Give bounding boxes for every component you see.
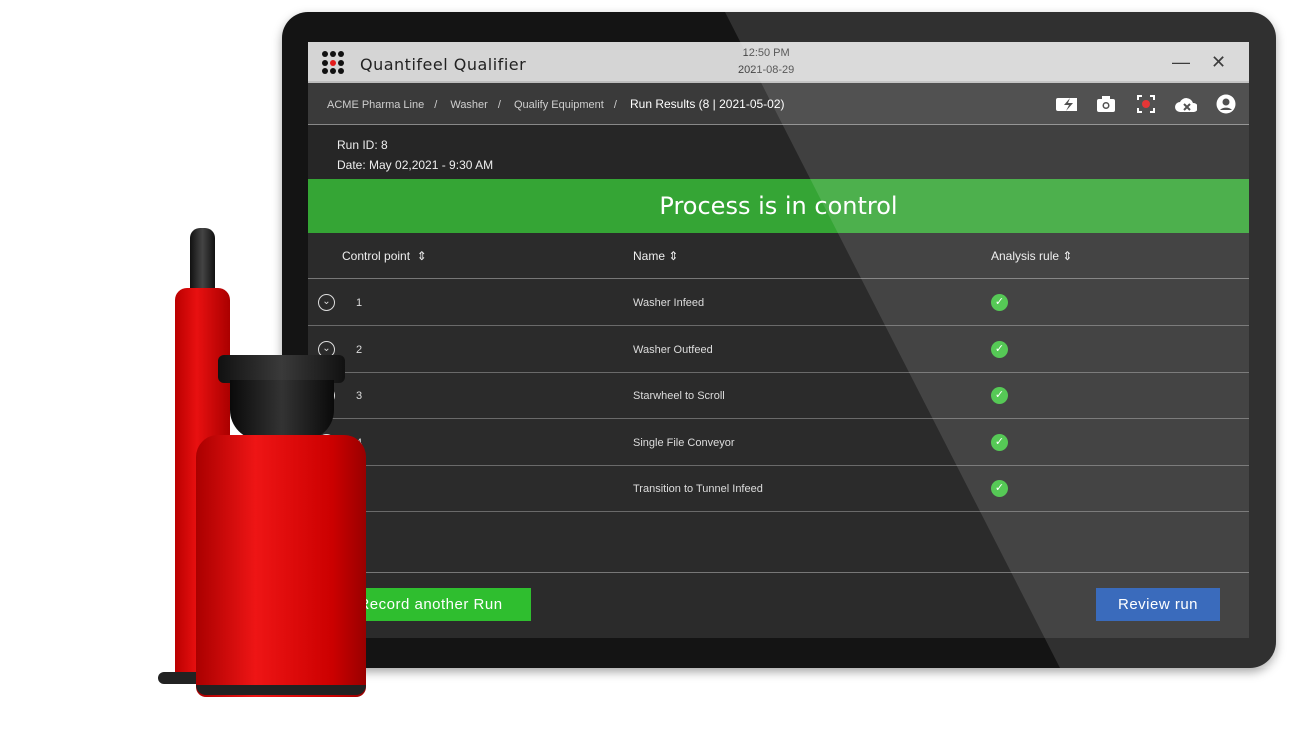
date: 2021-08-29 <box>738 64 795 76</box>
column-analysis-rule[interactable]: Analysis rule ⇕ <box>991 249 1072 263</box>
app-title: Quantifeel Qualifier <box>360 55 527 74</box>
breadcrumb-bar: ACME Pharma Line / Washer / Qualify Equipm… <box>308 83 1249 125</box>
screen-record-icon[interactable] <box>1135 93 1157 115</box>
clock: 12:50 PM 2021-08-29 <box>738 45 794 79</box>
breadcrumb-washer[interactable]: Washer <box>450 99 488 111</box>
sort-icon: ⇕ <box>668 249 679 263</box>
bottle-image <box>196 355 366 697</box>
user-account-icon[interactable] <box>1215 93 1237 115</box>
run-date: Date: May 02,2021 - 9:30 AM <box>337 158 494 172</box>
cloud-disconnected-icon[interactable] <box>1175 93 1197 115</box>
app-logo <box>322 51 346 75</box>
header-label: Name <box>633 249 666 263</box>
table-header: Control point ⇕ Name ⇕ Analysis rule ⇕ <box>308 233 1249 279</box>
sort-icon: ⇕ <box>416 249 427 263</box>
table-row[interactable]: ⌄ 4 Single File Conveyor ✓ <box>308 420 1249 466</box>
control-point-name: Single File Conveyor <box>633 436 735 449</box>
control-point-name: Washer Outfeed <box>633 343 713 356</box>
footer: Record another Run Review run <box>308 572 1249 638</box>
breadcrumb: ACME Pharma Line / Washer / Qualify Equipm… <box>327 97 785 111</box>
breadcrumb-line[interactable]: ACME Pharma Line <box>327 99 424 111</box>
table-row[interactable]: ⌄ 5 Transition to Tunnel Infeed ✓ <box>308 466 1249 512</box>
review-run-button[interactable]: Review run <box>1096 588 1220 621</box>
sort-icon: ⇕ <box>1062 249 1073 263</box>
check-circle-icon: ✓ <box>991 387 1008 404</box>
camera-icon[interactable] <box>1095 93 1117 115</box>
battery-charging-icon[interactable] <box>1055 93 1077 115</box>
run-id: Run ID: 8 <box>337 138 388 152</box>
title-bar: Quantifeel Qualifier 12:50 PM 2021-08-29 … <box>308 42 1249 83</box>
header-label: Analysis rule <box>991 249 1060 263</box>
minimize-icon[interactable]: — <box>1172 52 1190 73</box>
check-circle-icon: ✓ <box>991 340 1008 358</box>
breadcrumb-qualify[interactable]: Qualify Equipment <box>514 99 604 111</box>
app-screen: Quantifeel Qualifier 12:50 PM 2021-08-29 … <box>308 42 1249 638</box>
control-point: 2 <box>356 343 363 356</box>
header-label: Control point <box>342 249 411 263</box>
control-point-name: Transition to Tunnel Infeed <box>633 483 763 495</box>
expand-chevron-icon[interactable]: ⌄ <box>318 294 335 311</box>
table-row[interactable]: ⌄ 1 Washer Infeed ✓ <box>308 280 1249 326</box>
breadcrumb-current: Run Results (8 | 2021-05-02) <box>629 97 785 111</box>
table-row[interactable]: ⌄ 3 Starwheel to Scroll ✓ <box>308 373 1249 419</box>
check-circle-icon: ✓ <box>991 433 1008 451</box>
close-icon[interactable]: ✕ <box>1211 52 1226 73</box>
column-control-point[interactable]: Control point ⇕ <box>342 249 427 263</box>
status-banner: Process is in control <box>308 179 1249 233</box>
run-info: Run ID: 8 Date: May 02,2021 - 9:30 AM <box>308 125 1249 179</box>
control-point-name: Starwheel to Scroll <box>633 390 725 402</box>
column-name[interactable]: Name ⇕ <box>633 249 678 263</box>
control-point: 1 <box>356 297 363 309</box>
table-row[interactable]: ⌄ 2 Washer Outfeed ✓ <box>308 327 1249 373</box>
time: 12:50 PM <box>742 47 790 59</box>
control-point-name: Washer Infeed <box>633 297 705 309</box>
check-circle-icon: ✓ <box>991 480 1008 497</box>
check-circle-icon: ✓ <box>991 294 1008 311</box>
